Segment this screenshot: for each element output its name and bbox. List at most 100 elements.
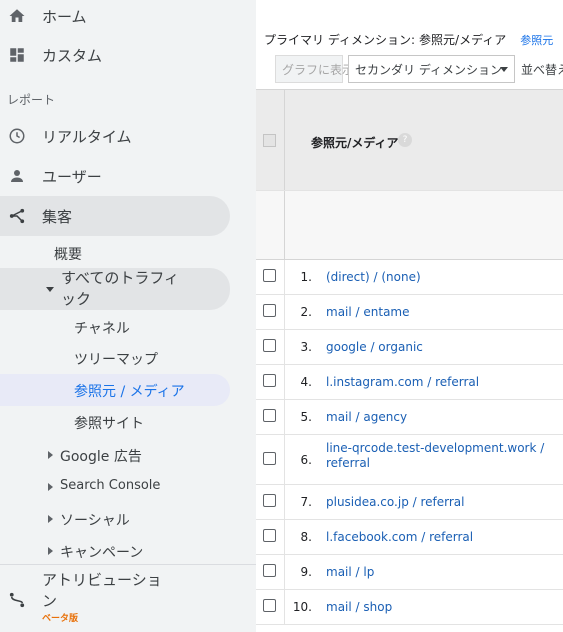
beta-badge: ベータ版 — [42, 614, 79, 624]
row-checkbox[interactable] — [263, 452, 276, 465]
summary-checkbox-cell — [256, 191, 285, 261]
nav-search-console[interactable]: Search Console — [60, 478, 160, 493]
row-number: 9. — [300, 565, 312, 579]
row-checkbox-cell — [256, 365, 285, 399]
source-medium-link[interactable]: mail / lp — [326, 565, 556, 580]
row-number: 10. — [292, 600, 312, 614]
source-medium-link[interactable]: plusidea.co.jp / referral — [326, 495, 556, 510]
table-row: 8. l.facebook.com / referral — [256, 520, 563, 555]
nav-users[interactable]: ユーザー — [0, 156, 256, 196]
chevron-right-icon — [48, 547, 53, 555]
table-row: 3. google / organic — [256, 330, 563, 365]
row-checkbox-cell — [256, 400, 285, 434]
chevron-down-icon — [46, 287, 54, 292]
row-checkbox[interactable] — [263, 339, 276, 352]
secondary-dimension-select[interactable]: セカンダリ ディメンション — [348, 55, 515, 83]
row-checkbox[interactable] — [263, 529, 276, 542]
header-checkbox-cell — [256, 90, 285, 191]
column-header-source-medium[interactable]: 参照元/メディア — [311, 134, 399, 151]
nav-treemaps[interactable]: ツリーマップ — [74, 349, 158, 369]
report-main: プライマリ ディメンション:参照元/メディア参照元> グラフに表示 セカンダリ … — [256, 0, 563, 632]
select-all-checkbox[interactable] — [263, 134, 276, 147]
nav-custom-label: カスタム — [42, 46, 103, 65]
row-checkbox-cell — [256, 330, 285, 364]
chevron-right-icon — [48, 483, 53, 491]
dashboard-icon — [8, 46, 26, 64]
person-icon — [8, 167, 26, 185]
sort-type-label[interactable]: 並べ替え — [521, 61, 563, 78]
table-row: 6. line-qrcode.test-development.work / re… — [256, 435, 563, 485]
nav-home[interactable]: ホーム — [0, 0, 256, 36]
chevron-right-icon — [48, 451, 53, 459]
nav-realtime-label: リアルタイム — [42, 127, 132, 146]
table-row: 9. mail / lp — [256, 555, 563, 590]
nav-source-medium[interactable]: 参照元 / メディア — [74, 381, 185, 401]
row-checkbox[interactable] — [263, 599, 276, 612]
table-row: 10. mail / shop — [256, 590, 563, 625]
primary-dimension-label: プライマリ ディメンション: — [264, 33, 416, 47]
row-checkbox[interactable] — [263, 409, 276, 422]
source-medium-link[interactable]: mail / shop — [326, 600, 556, 615]
row-checkbox-cell — [256, 435, 285, 484]
sidebar: ホーム カスタム レポート リアルタイム ユーザー 集客 概要 すべてのトラフィ… — [0, 0, 256, 632]
source-medium-link[interactable]: mail / entame — [326, 305, 556, 320]
attribution-icon — [8, 591, 26, 609]
row-checkbox-cell — [256, 555, 285, 589]
caret-down-icon — [500, 67, 508, 72]
acquisition-icon — [8, 207, 26, 225]
table-header: 参照元/メディア ? — [256, 89, 563, 191]
source-medium-link[interactable]: l.facebook.com / referral — [326, 530, 556, 545]
nav-campaigns[interactable]: キャンペーン — [60, 542, 143, 562]
table-row: 2. mail / entame — [256, 295, 563, 330]
primary-dimension-bar: プライマリ ディメンション:参照元/メディア参照元> — [264, 31, 563, 48]
row-number: 3. — [300, 340, 312, 354]
table-body: 1. (direct) / (none) 2. mail / entame 3. goog… — [256, 260, 563, 625]
nav-custom[interactable]: カスタム — [0, 35, 256, 75]
row-checkbox[interactable] — [263, 564, 276, 577]
table-row: 5. mail / agency — [256, 400, 563, 435]
table-row: 7. plusidea.co.jp / referral — [256, 485, 563, 520]
nav-acquisition[interactable]: 集客 — [0, 196, 256, 236]
row-checkbox-cell — [256, 520, 285, 554]
help-icon[interactable]: ? — [398, 133, 412, 147]
nav-attribution-label: アトリビューション — [42, 571, 162, 610]
chevron-right-icon — [48, 515, 53, 523]
nav-social[interactable]: ソーシャル — [60, 510, 130, 530]
source-medium-link[interactable]: mail / agency — [326, 410, 556, 425]
row-checkbox-cell — [256, 295, 285, 329]
dimension-source-link[interactable]: 参照元 — [520, 34, 553, 47]
source-medium-link[interactable]: line-qrcode.test-development.work / refe… — [326, 441, 556, 471]
reports-section-label: レポート — [7, 93, 56, 107]
row-checkbox-cell — [256, 485, 285, 519]
source-medium-link[interactable]: l.instagram.com / referral — [326, 375, 556, 390]
row-number: 4. — [300, 375, 312, 389]
primary-dimension-value: 参照元/メディア — [419, 33, 507, 47]
secondary-dimension-label: セカンダリ ディメンション — [355, 62, 502, 77]
row-checkbox[interactable] — [263, 304, 276, 317]
row-number: 7. — [300, 495, 312, 509]
table-summary-row — [256, 190, 563, 261]
nav-acquisition-overview[interactable]: 概要 — [54, 244, 82, 264]
plot-rows-button[interactable]: グラフに表示 — [275, 55, 354, 83]
nav-all-traffic[interactable]: すべてのトラフィック — [61, 268, 181, 310]
sidebar-divider — [0, 564, 256, 565]
nav-channels[interactable]: チャネル — [74, 318, 130, 338]
row-number: 1. — [300, 270, 312, 284]
nav-referrals[interactable]: 参照サイト — [74, 413, 144, 433]
row-checkbox[interactable] — [263, 269, 276, 282]
row-checkbox-cell — [256, 260, 285, 294]
row-number: 2. — [300, 305, 312, 319]
nav-users-label: ユーザー — [42, 167, 102, 186]
clock-icon — [8, 127, 26, 145]
nav-google-ads[interactable]: Google 広告 — [60, 446, 142, 466]
table-row: 4. l.instagram.com / referral — [256, 365, 563, 400]
row-number: 6. — [300, 453, 312, 467]
source-medium-link[interactable]: (direct) / (none) — [326, 270, 556, 285]
nav-realtime[interactable]: リアルタイム — [0, 116, 256, 156]
source-medium-link[interactable]: google / organic — [326, 340, 556, 355]
row-checkbox[interactable] — [263, 494, 276, 507]
row-checkbox-cell — [256, 590, 285, 624]
table-row: 1. (direct) / (none) — [256, 260, 563, 295]
row-number: 5. — [300, 410, 312, 424]
row-checkbox[interactable] — [263, 374, 276, 387]
